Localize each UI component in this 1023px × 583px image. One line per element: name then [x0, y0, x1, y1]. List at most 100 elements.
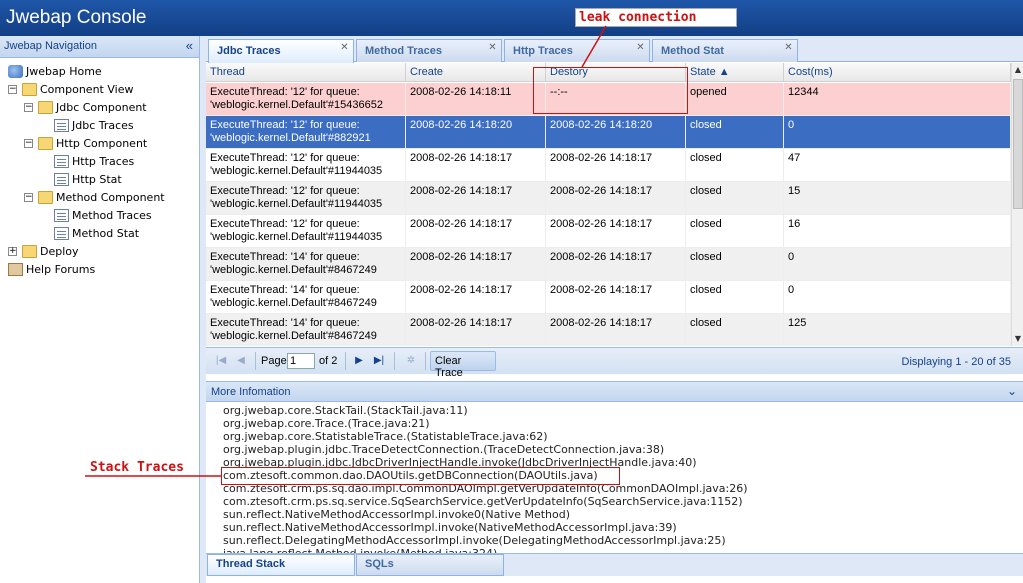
- detail-tab-strip: Thread Stack SQLs: [206, 553, 1023, 576]
- column-header-cost[interactable]: Cost(ms): [784, 63, 1011, 82]
- cell-state: closed: [686, 116, 784, 149]
- refresh-icon[interactable]: ✲: [404, 354, 418, 368]
- nav-item-method-traces[interactable]: Method Traces: [0, 207, 199, 225]
- cell-thread: ExecuteThread: '12' for queue:'weblogic.…: [206, 83, 406, 116]
- tab-method-traces[interactable]: Method Traces ✕: [356, 39, 502, 62]
- cell-destroy: 2008-02-26 14:18:17: [546, 248, 686, 281]
- scroll-down-icon[interactable]: ▼: [1012, 332, 1023, 346]
- page-icon: [54, 209, 69, 222]
- paging-toolbar: |◀ ◀ Page of 2 ▶ ▶| ✲ Clear Trace Displa…: [206, 347, 1023, 379]
- table-row[interactable]: ExecuteThread: '14' for queue:'weblogic.…: [206, 248, 1011, 281]
- table-row[interactable]: ExecuteThread: '12' for queue:'weblogic.…: [206, 182, 1011, 215]
- close-tab-icon[interactable]: ✕: [635, 43, 646, 54]
- scroll-up-icon[interactable]: ▲: [1012, 63, 1023, 77]
- nav-item-jwebap-home[interactable]: Jwebap Home: [0, 63, 199, 81]
- tab-http-traces[interactable]: Http Traces ✕: [504, 39, 650, 62]
- cell-destroy: 2008-02-26 14:18:17: [546, 281, 686, 314]
- cell-destroy: 2008-02-26 14:18:17: [546, 314, 686, 346]
- grid-vertical-scrollbar[interactable]: ▲ ▼: [1011, 63, 1023, 346]
- prev-page-icon[interactable]: ◀: [234, 354, 248, 368]
- stack-highlight-box: [221, 467, 620, 485]
- cell-state: closed: [686, 248, 784, 281]
- stack-line: sun.reflect.NativeMethodAccessorImpl.inv…: [223, 521, 677, 534]
- last-page-icon[interactable]: ▶|: [372, 354, 386, 368]
- cell-cost: 0: [784, 116, 1011, 149]
- nav-item-label: Http Stat: [72, 173, 122, 186]
- toolbar-separator: [345, 352, 346, 370]
- collapse-icon[interactable]: −: [24, 139, 33, 148]
- tab-jdbc-traces[interactable]: Jdbc Traces ✕: [208, 39, 354, 63]
- nav-item-label: Component View: [40, 83, 134, 96]
- cell-create: 2008-02-26 14:18:20: [406, 116, 546, 149]
- expand-icon[interactable]: +: [8, 247, 17, 256]
- column-header-thread[interactable]: Thread: [206, 63, 406, 82]
- clear-trace-button[interactable]: Clear Trace: [430, 351, 496, 379]
- table-row[interactable]: ExecuteThread: '14' for queue:'weblogic.…: [206, 281, 1011, 314]
- next-page-icon[interactable]: ▶: [352, 354, 366, 368]
- nav-item-label: Jdbc Traces: [72, 119, 134, 132]
- tab-sqls[interactable]: SQLs: [356, 554, 504, 576]
- app-titlebar: Jwebap Console: [0, 0, 1023, 36]
- nav-item-http-stat[interactable]: Http Stat: [0, 171, 199, 189]
- nav-item-deploy[interactable]: + Deploy: [0, 243, 199, 261]
- collapse-icon[interactable]: −: [24, 193, 33, 202]
- leak-connection-annotation: leak connection: [575, 8, 737, 27]
- tab-label: Method Traces: [365, 45, 443, 57]
- column-header-state[interactable]: State ▲: [686, 63, 784, 82]
- cell-thread: ExecuteThread: '12' for queue:'weblogic.…: [206, 215, 406, 248]
- table-row[interactable]: ExecuteThread: '12' for queue:'weblogic.…: [206, 116, 1011, 149]
- table-row[interactable]: ExecuteThread: '12' for queue:'weblogic.…: [206, 149, 1011, 182]
- navigation-header: Jwebap Navigation «: [0, 36, 199, 58]
- nav-item-method-component[interactable]: − Method Component: [0, 189, 199, 207]
- tab-strip: Jdbc Traces ✕ Method Traces ✕ Http Traces ✕ Me…: [206, 36, 1023, 63]
- cell-create: 2008-02-26 14:18:11: [406, 83, 546, 116]
- first-page-icon[interactable]: |◀: [214, 354, 228, 368]
- cell-thread: ExecuteThread: '14' for queue:'weblogic.…: [206, 314, 406, 346]
- nav-item-label: Jdbc Component: [56, 101, 147, 114]
- nav-item-component-view[interactable]: − Component View: [0, 81, 199, 99]
- cell-state: closed: [686, 215, 784, 248]
- tab-method-stat[interactable]: Method Stat ✕: [652, 39, 798, 62]
- page-number-input[interactable]: [287, 353, 315, 369]
- nav-item-jdbc-component[interactable]: − Jdbc Component: [0, 99, 199, 117]
- page-icon: [54, 119, 69, 132]
- tab-label: Jdbc Traces: [217, 45, 281, 57]
- nav-item-method-stat[interactable]: Method Stat: [0, 225, 199, 243]
- tab-label: Http Traces: [513, 45, 573, 57]
- cell-create: 2008-02-26 14:18:17: [406, 215, 546, 248]
- toolbar-separator: [425, 352, 426, 370]
- close-tab-icon[interactable]: ✕: [783, 43, 794, 54]
- nav-item-label: Deploy: [40, 245, 79, 258]
- nav-item-http-traces[interactable]: Http Traces: [0, 153, 199, 171]
- nav-item-jdbc-traces[interactable]: Jdbc Traces: [0, 117, 199, 135]
- tab-thread-stack[interactable]: Thread Stack: [207, 554, 355, 576]
- cell-thread: ExecuteThread: '12' for queue:'weblogic.…: [206, 116, 406, 149]
- table-row[interactable]: ExecuteThread: '12' for queue:'weblogic.…: [206, 215, 1011, 248]
- stack-line: org.jwebap.core.Trace.(Trace.java:21): [223, 417, 430, 430]
- thread-line: 'weblogic.kernel.Default'#8467249: [210, 330, 377, 342]
- close-tab-icon[interactable]: ✕: [339, 43, 350, 54]
- cell-state: closed: [686, 182, 784, 215]
- thread-line: ExecuteThread: '14' for queue:: [210, 317, 360, 329]
- thread-line: 'weblogic.kernel.Default'#11944035: [210, 198, 383, 210]
- column-header-create[interactable]: Create: [406, 63, 546, 82]
- close-tab-icon[interactable]: ✕: [487, 43, 498, 54]
- collapse-icon[interactable]: −: [24, 103, 33, 112]
- thread-line: 'weblogic.kernel.Default'#8467249: [210, 264, 377, 276]
- collapse-down-icon[interactable]: ⌄: [1007, 384, 1017, 398]
- thread-line: 'weblogic.kernel.Default'#882921: [210, 132, 371, 144]
- more-information-header: More Infomation ⌄: [206, 382, 1023, 402]
- cell-create: 2008-02-26 14:18:17: [406, 281, 546, 314]
- cell-cost: 125: [784, 314, 1011, 346]
- table-row[interactable]: ExecuteThread: '14' for queue:'weblogic.…: [206, 314, 1011, 346]
- collapse-left-icon[interactable]: «: [186, 38, 193, 53]
- cell-create: 2008-02-26 14:18:17: [406, 182, 546, 215]
- navigation-title: Jwebap Navigation: [4, 40, 97, 52]
- nav-item-http-component[interactable]: − Http Component: [0, 135, 199, 153]
- scrollbar-thumb[interactable]: [1013, 79, 1023, 209]
- stack-line: org.jwebap.core.StackTail.(StackTail.jav…: [223, 404, 468, 417]
- thread-line: ExecuteThread: '14' for queue:: [210, 251, 360, 263]
- nav-item-help-forums[interactable]: Help Forums: [0, 261, 199, 279]
- folder-icon: [38, 191, 53, 204]
- collapse-icon[interactable]: −: [8, 85, 17, 94]
